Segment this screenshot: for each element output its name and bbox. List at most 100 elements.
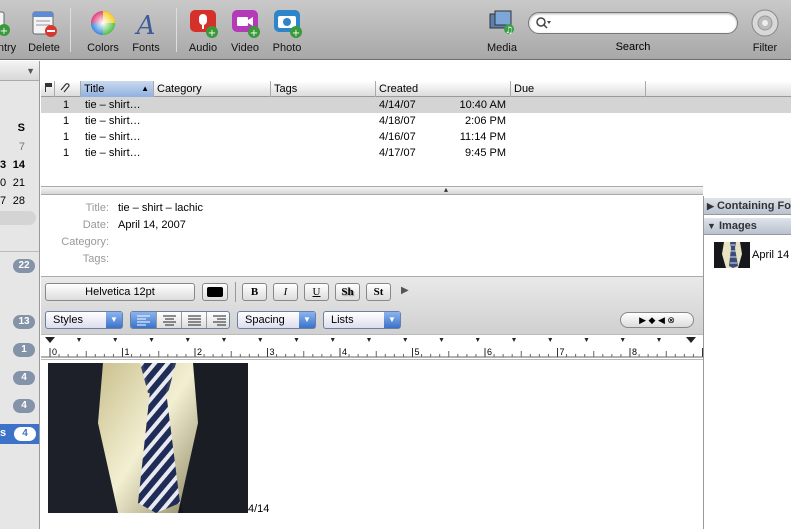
table-row[interactable]: 1 tie – shirt… 4/16/07 11:14 PM	[41, 129, 791, 145]
italic-button[interactable]: I	[273, 283, 298, 301]
category-field-label: Category:	[61, 236, 109, 248]
tab-stop-marker[interactable]	[185, 338, 190, 342]
font-button[interactable]: Helvetica 12pt	[45, 283, 195, 301]
tab-stop-marker[interactable]	[620, 338, 625, 342]
audio-button[interactable]: + Audio	[185, 8, 221, 58]
fonts-button[interactable]: A Fonts	[128, 8, 164, 58]
calendar-day[interactable]: 21	[13, 177, 25, 189]
delete-button[interactable]: Delete	[26, 8, 62, 58]
tab-stop-marker[interactable]	[548, 338, 553, 342]
lists-popup[interactable]: Lists ▼	[323, 311, 401, 329]
expand-toolbar-icon[interactable]: ▶	[401, 285, 409, 296]
svg-text:♫: ♫	[505, 26, 513, 36]
attachment-column-header[interactable]	[55, 81, 81, 97]
photo-caption: 4/14	[248, 503, 270, 515]
app-window: + ntry Delete Colors A Fonts + Audio + V…	[0, 0, 791, 529]
flag-column-header[interactable]	[41, 81, 55, 97]
align-left-button[interactable]	[131, 312, 156, 328]
date-field[interactable]: April 14, 2007	[118, 219, 186, 231]
search-icon[interactable]	[535, 16, 551, 33]
audio-label: Audio	[188, 42, 218, 54]
count-badge: 1	[13, 343, 35, 357]
tab-stop-marker[interactable]	[294, 338, 299, 342]
due-column-header[interactable]: Due	[511, 81, 646, 97]
video-button[interactable]: + Video	[227, 8, 263, 58]
tab-stop-marker[interactable]	[149, 338, 154, 342]
table-row[interactable]: 1 tie – shirt… 4/17/07 9:45 PM	[41, 145, 791, 161]
align-right-button[interactable]	[206, 312, 229, 328]
images-section[interactable]: ▼ Images	[704, 218, 791, 235]
video-camera-icon: +	[230, 8, 260, 39]
table-row[interactable]: 1 tie – shirt… 4/14/07 10:40 AM	[41, 97, 791, 113]
photo-label: Photo	[272, 42, 302, 54]
tab-stop-marker[interactable]	[439, 338, 444, 342]
right-margin-marker[interactable]	[686, 337, 696, 343]
chevron-down-icon[interactable]: ▼	[26, 66, 35, 76]
row-title: tie – shirt…	[85, 115, 141, 127]
media-button[interactable]: ♫ Media	[482, 8, 522, 58]
shadow-button[interactable]: Sh	[335, 283, 360, 301]
row-number: 1	[63, 115, 70, 127]
disclosure-down-icon: ▼	[707, 221, 716, 231]
colors-label: Colors	[87, 42, 119, 54]
new-entry-button[interactable]: + ntry	[0, 8, 22, 58]
bold-button[interactable]: B	[242, 283, 267, 301]
calendar-day[interactable]: 28	[13, 195, 25, 207]
align-justify-button[interactable]	[181, 312, 206, 328]
ruler[interactable]: 0123456789	[41, 334, 710, 360]
image-list-item[interactable]: April 14	[714, 242, 791, 268]
sidebar-item-selected[interactable]: s 4	[0, 424, 39, 444]
svg-text:+: +	[292, 28, 300, 38]
tab-stop-marker[interactable]	[77, 338, 81, 342]
title-field[interactable]: tie – shirt – lachic	[118, 202, 203, 214]
tab-stop-marker[interactable]	[403, 338, 408, 342]
tab-stop-marker[interactable]	[222, 338, 226, 342]
calendar-day[interactable]: 14	[13, 159, 25, 171]
row-time: 10:40 AM	[459, 99, 506, 111]
row-number: 1	[63, 147, 70, 159]
category-column-label: Category	[157, 83, 202, 95]
category-field[interactable]	[118, 236, 418, 250]
search-field[interactable]	[528, 12, 738, 34]
tab-stop-marker[interactable]	[512, 338, 516, 342]
disclosure-right-icon: ▶	[707, 201, 714, 211]
title-column-header[interactable]: Title ▲	[81, 81, 154, 97]
tab-stop-marker[interactable]	[657, 338, 661, 342]
photo-button[interactable]: + Photo	[268, 8, 306, 58]
table-row[interactable]: 1 tie – shirt… 4/18/07 2:06 PM	[41, 113, 791, 129]
filter-button[interactable]: Filter	[748, 8, 782, 58]
spacing-popup[interactable]: Spacing ▼	[237, 311, 316, 329]
tab-stop-marker[interactable]	[475, 338, 480, 342]
indent-marker[interactable]	[45, 337, 55, 343]
count-badge: 13	[13, 315, 35, 329]
tab-stop-marker[interactable]	[584, 338, 589, 342]
text-editor[interactable]: 4/14	[41, 360, 703, 529]
strikethrough-button[interactable]: St	[366, 283, 391, 301]
colors-button[interactable]: Colors	[84, 8, 122, 58]
tab-stop-marker[interactable]	[330, 338, 335, 342]
category-column-header[interactable]: Category	[154, 81, 271, 97]
created-column-header[interactable]: Created	[376, 81, 511, 97]
containing-folders-section[interactable]: ▶ Containing Fo	[704, 198, 791, 215]
image-thumbnail	[714, 242, 750, 268]
underline-button[interactable]: U	[304, 283, 329, 301]
styles-popup[interactable]: Styles ▼	[45, 311, 123, 329]
row-number: 1	[63, 131, 70, 143]
alignment-control	[130, 311, 230, 329]
calendar-day[interactable]: 7	[19, 141, 25, 153]
ruler-number: 5	[415, 347, 420, 357]
svg-text:+: +	[0, 26, 8, 37]
tab-stop-control[interactable]: ▶ ◆ ◀ ⊗	[620, 312, 694, 328]
tags-column-header[interactable]: Tags	[271, 81, 376, 97]
text-color-button[interactable]	[202, 283, 228, 301]
align-center-button[interactable]	[156, 312, 181, 328]
microphone-icon: +	[188, 8, 218, 39]
entries-table: 1 tie – shirt… 4/14/07 10:40 AM 1 tie – …	[41, 97, 791, 186]
tab-stop-marker[interactable]	[258, 338, 263, 342]
count-badge: 4	[14, 427, 36, 441]
tab-stop-marker[interactable]	[113, 338, 118, 342]
tab-stop-marker[interactable]	[367, 338, 371, 342]
tie-photo[interactable]	[48, 363, 248, 513]
split-view-handle[interactable]: ▴	[41, 185, 703, 195]
tags-field[interactable]	[118, 253, 418, 267]
